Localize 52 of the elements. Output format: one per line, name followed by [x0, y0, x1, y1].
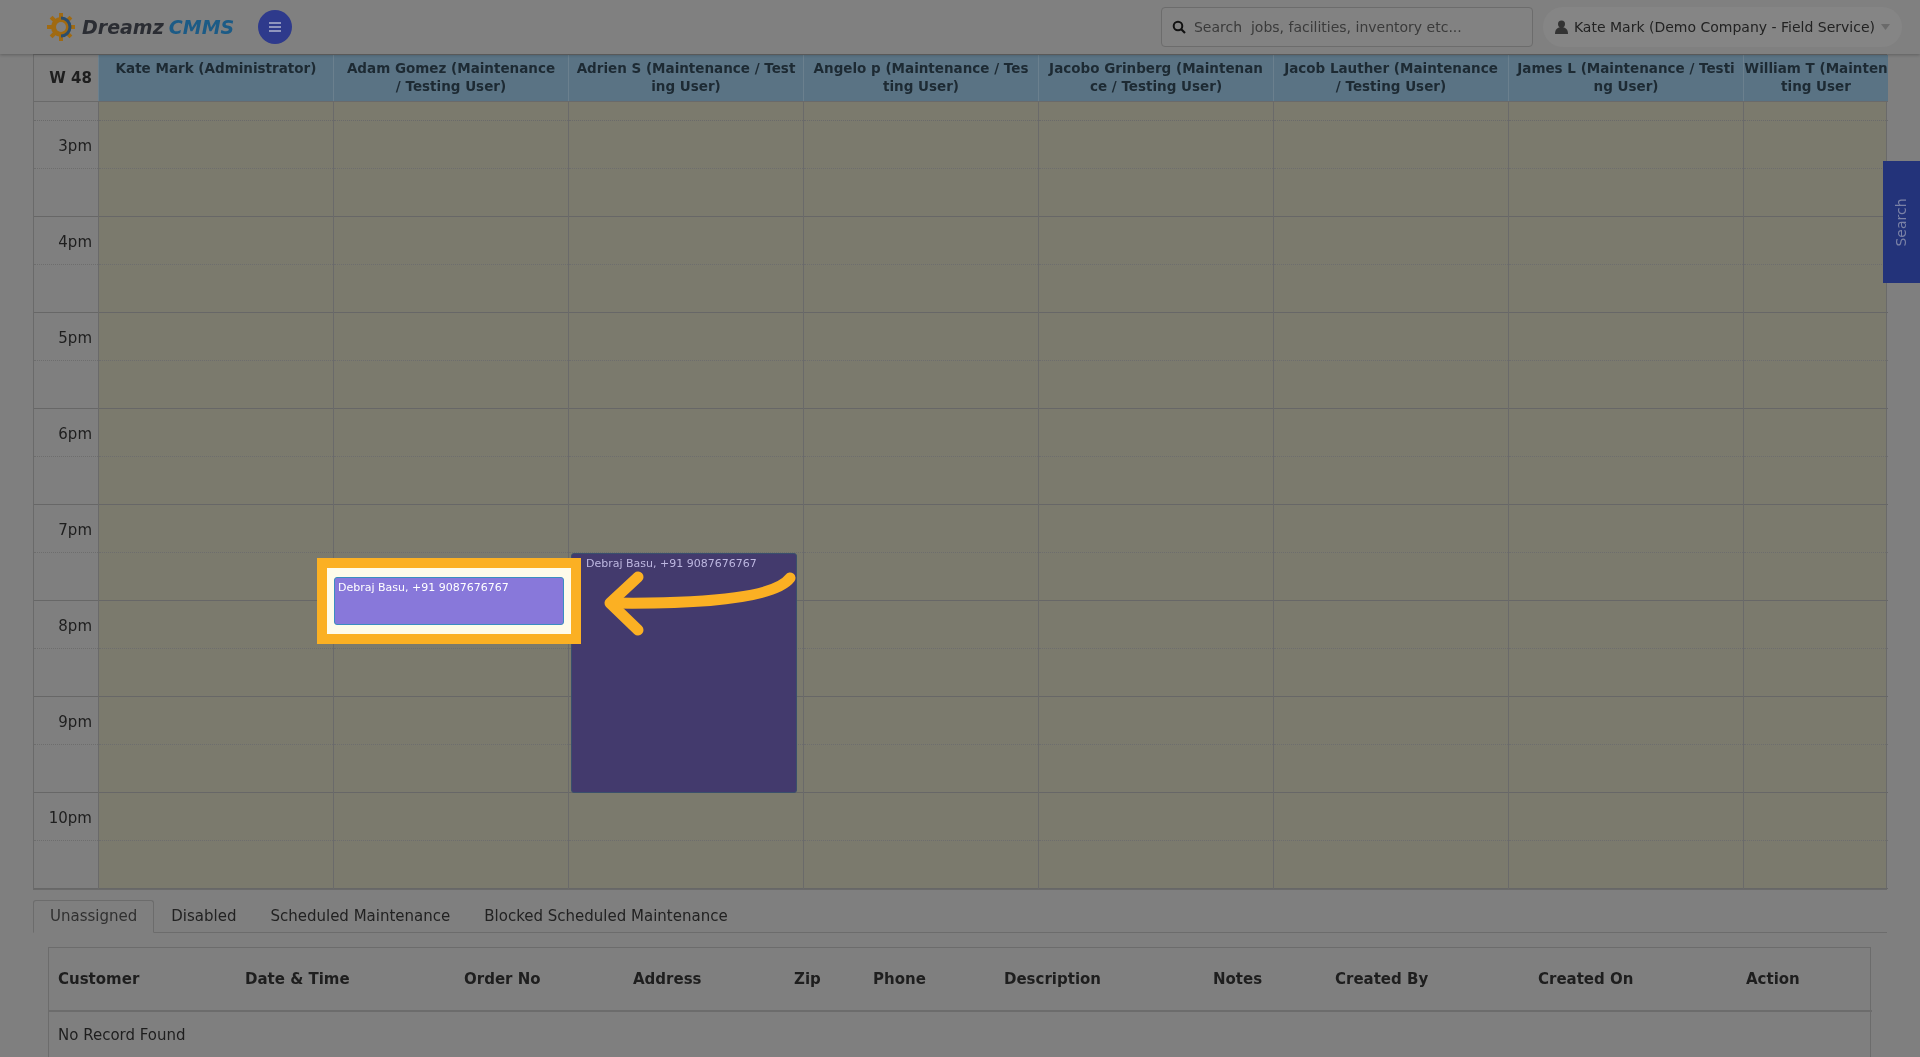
search-field[interactable]: Search jobs, facilities, inventory etc... — [1160, 7, 1533, 47]
column-header: Created On — [1529, 947, 1737, 1011]
gear-logo-icon — [46, 12, 76, 42]
column-header: Created By — [1326, 947, 1529, 1011]
time-label: 9pm — [58, 712, 92, 733]
column-header: Order No — [455, 947, 624, 1011]
column-header: / Testing User) — [394, 77, 508, 95]
column-header: Jacobo Grinberg (Maintenan — [1047, 59, 1264, 77]
empty-message: No Record Found — [49, 1011, 1872, 1057]
user-icon — [1554, 20, 1568, 34]
column-header: Notes — [1204, 947, 1326, 1011]
user-menu-button[interactable]: Kate Mark (Demo Company - Field Service) — [1542, 7, 1902, 47]
tab[interactable]: Unassigned — [33, 900, 155, 933]
time-label: 8pm — [58, 616, 92, 637]
caret-icon — [1881, 24, 1890, 30]
column-header: Angelo p (Maintenance / Tes — [812, 59, 1030, 77]
tab[interactable]: Scheduled Maintenance — [253, 900, 468, 933]
time-label: 6pm — [58, 424, 92, 445]
column-header: ng User) — [1592, 77, 1660, 95]
column-header: Adam Gomez (Maintenance — [345, 59, 557, 77]
column-header: Date & Time — [236, 947, 455, 1011]
search-icon — [1171, 20, 1186, 34]
tab[interactable]: Disabled — [154, 900, 254, 933]
time-label: 4pm — [58, 232, 92, 253]
column-header: Kate Mark (Administrator) — [114, 59, 318, 77]
menu-button[interactable] — [258, 10, 293, 44]
column-header: Action — [1737, 947, 1872, 1011]
column-header: ce / Testing User) — [1088, 77, 1224, 95]
time-label: 5pm — [58, 328, 92, 349]
tab[interactable]: Blocked Scheduled Maintenance — [467, 900, 745, 933]
column-header: William T (Mainten — [1744, 59, 1888, 77]
menu-icon — [268, 21, 283, 33]
time-label: 10pm — [48, 808, 92, 829]
search-side-tab[interactable]: Search — [1883, 161, 1920, 283]
column-header: Zip — [785, 947, 864, 1011]
column-header: Adrien S (Maintenance / Test — [575, 59, 797, 77]
column-header: ting User) — [881, 77, 960, 95]
time-label: 3pm — [58, 136, 92, 157]
column-header: / Testing User) — [1334, 77, 1448, 95]
column-header: Description — [995, 947, 1204, 1011]
calendar-event[interactable]: Debraj Basu, +91 9087676767 — [334, 577, 564, 625]
column-header: James L (Maintenance / Testi — [1515, 59, 1736, 77]
column-header: Customer — [49, 947, 236, 1011]
calendar-event[interactable]: Debraj Basu, +91 9087676767 — [571, 553, 797, 793]
week-label: W 48 — [49, 67, 92, 89]
column-header: Address — [624, 947, 785, 1011]
column-header: ing User) — [650, 77, 722, 95]
column-header: Jacob Lauther (Maintenance — [1282, 59, 1499, 77]
app-logo-text: Dreamz CMMS — [82, 14, 235, 40]
column-header: Phone — [864, 947, 995, 1011]
time-label: 7pm — [58, 520, 92, 541]
column-header: ting User — [1780, 77, 1852, 95]
